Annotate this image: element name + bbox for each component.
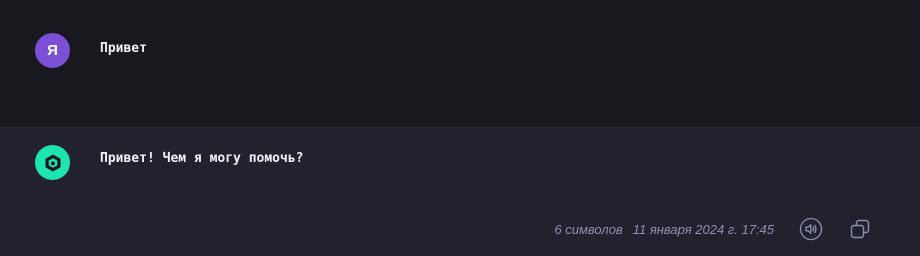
char-count: 6 символов [554,222,623,237]
message-meta: 6 символов 11 января 2024 г. 17:45 [554,222,774,237]
assistant-message: Привет! Чем я могу помочь? 6 символов 11 … [0,127,920,256]
user-message-text: Привет [100,41,147,56]
assistant-message-text: Привет! Чем я могу помочь? [100,151,304,166]
user-avatar-letter: Я [47,42,58,59]
copy-icon [850,219,870,239]
speak-button[interactable] [798,216,824,242]
message-timestamp: 11 января 2024 г. 17:45 [632,222,774,237]
user-avatar: Я [35,33,70,68]
speaker-icon [799,217,823,241]
hexagon-logo-icon [45,154,60,171]
chat-thread: Я Привет Привет! Чем я могу помочь? 6 си… [0,0,920,256]
user-message: Я Привет [0,0,920,127]
copy-button[interactable] [847,216,873,242]
assistant-avatar [35,145,70,180]
